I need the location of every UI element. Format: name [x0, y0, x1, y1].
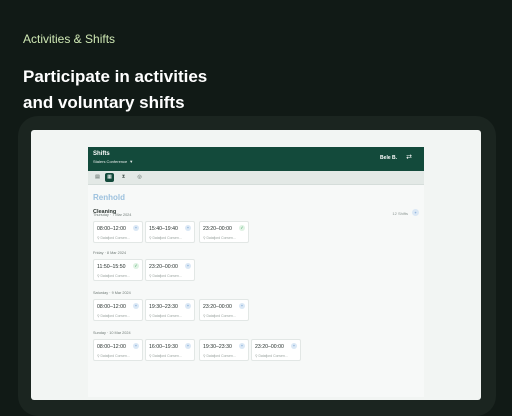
day-label: Sunday · 10 Mar 2024	[93, 331, 131, 335]
shift-time: 16:00–19:30	[149, 344, 178, 350]
shift-card[interactable]: 16:00–19:30 + ⚲ Datafjord Conven...	[145, 339, 195, 361]
shift-time: 23:20–00:00	[149, 264, 178, 270]
section-title: Renhold	[93, 193, 125, 202]
location-name: Datafjord Conven...	[206, 354, 236, 358]
shift-location: ⚲ Datafjord Conven...	[149, 354, 182, 358]
add-icon[interactable]: +	[239, 303, 245, 309]
shift-card[interactable]: 19:30–23:30 + ⚲ Datafjord Conven...	[145, 299, 195, 321]
location-name: Datafjord Conven...	[206, 314, 236, 318]
shift-location: ⚲ Datafjord Conven...	[203, 236, 236, 240]
shifts-app: Shifts Stalers Conference ▼ Bele B. ⇄ ▤ ▦…	[88, 147, 424, 397]
location-name: Datafjord Conven...	[152, 314, 182, 318]
chevron-down-icon: ▼	[129, 159, 134, 164]
shift-location: ⚲ Datafjord Conven...	[97, 274, 130, 278]
location-name: Datafjord Conven...	[152, 274, 182, 278]
add-icon[interactable]: +	[185, 343, 191, 349]
tablet-screen: Shifts Stalers Conference ▼ Bele B. ⇄ ▤ ▦…	[31, 130, 481, 400]
shift-time: 11:50–15:50	[97, 264, 126, 270]
shift-count: 12 Shifts	[392, 211, 408, 216]
shift-card[interactable]: 15:40–19:40 + ⚲ Datafjord Conven...	[145, 221, 195, 243]
add-icon[interactable]: +	[185, 225, 191, 231]
promo-headline: Participate in activities and voluntary …	[23, 64, 323, 116]
shift-time: 08:00–12:00	[97, 304, 126, 310]
location-name: Datafjord Conven...	[100, 274, 130, 278]
shift-location: ⚲ Datafjord Conven...	[149, 314, 182, 318]
promo-eyebrow: Activities & Shifts	[23, 32, 116, 46]
location-name: Datafjord Conven...	[206, 236, 236, 240]
shift-time: 23:20–00:00	[203, 226, 232, 232]
settings-icon[interactable]: ◎	[135, 173, 144, 182]
check-icon[interactable]: ✓	[133, 263, 139, 269]
shift-time: 08:00–12:00	[97, 344, 126, 350]
shift-card[interactable]: 23:20–00:00 + ⚲ Datafjord Conven...	[145, 259, 195, 281]
event-name: Stalers Conference	[93, 159, 128, 164]
add-icon[interactable]: +	[133, 303, 139, 309]
swap-icon[interactable]: ⇄	[406, 153, 412, 161]
shift-card[interactable]: 23:20–00:00 + ⚲ Datafjord Conven...	[199, 299, 249, 321]
shift-time: 23:20–00:00	[203, 304, 232, 310]
shift-time: 19:30–23:30	[149, 304, 178, 310]
shift-card[interactable]: 11:50–15:50 ✓ ⚲ Datafjord Conven...	[93, 259, 143, 281]
shift-card[interactable]: 08:00–12:00 + ⚲ Datafjord Conven...	[93, 299, 143, 321]
user-name[interactable]: Bele B.	[380, 155, 397, 161]
shift-count-icon[interactable]: +	[412, 209, 419, 216]
shift-location: ⚲ Datafjord Conven...	[203, 314, 236, 318]
day-label: Friday · 8 Mar 2024	[93, 251, 127, 255]
shift-location: ⚲ Datafjord Conven...	[255, 354, 288, 358]
add-icon[interactable]: +	[185, 263, 191, 269]
location-name: Datafjord Conven...	[258, 354, 288, 358]
shift-location: ⚲ Datafjord Conven...	[97, 236, 130, 240]
shift-card[interactable]: 23:20–00:00 + ⚲ Datafjord Conven...	[251, 339, 301, 361]
day-label: Thursday · 7 Mar 2024	[93, 213, 132, 217]
shift-time: 19:30–23:30	[203, 344, 232, 350]
list-view-icon[interactable]: ▤	[93, 173, 102, 182]
shift-card[interactable]: 08:00–12:00 + ⚲ Datafjord Conven...	[93, 339, 143, 361]
location-name: Datafjord Conven...	[100, 236, 130, 240]
add-icon[interactable]: +	[239, 343, 245, 349]
location-name: Datafjord Conven...	[152, 354, 182, 358]
location-name: Datafjord Conven...	[152, 236, 182, 240]
add-icon[interactable]: +	[133, 225, 139, 231]
shift-location: ⚲ Datafjord Conven...	[149, 274, 182, 278]
shift-location: ⚲ Datafjord Conven...	[97, 314, 130, 318]
headline-line-2: and voluntary shifts	[23, 93, 185, 112]
shift-time: 08:00–12:00	[97, 226, 126, 232]
headline-line-1: Participate in activities	[23, 67, 208, 86]
shift-location: ⚲ Datafjord Conven...	[149, 236, 182, 240]
app-header: Shifts Stalers Conference ▼ Bele B. ⇄	[88, 147, 424, 171]
shift-location: ⚲ Datafjord Conven...	[97, 354, 130, 358]
hourglass-icon[interactable]: ⧗	[119, 173, 128, 182]
shift-card[interactable]: 23:20–00:00 ✓ ⚲ Datafjord Conven...	[199, 221, 249, 243]
view-toolbar: ▤ ▦ ⧗ ◎	[88, 171, 424, 185]
shift-time: 15:40–19:40	[149, 226, 178, 232]
event-selector[interactable]: Stalers Conference ▼	[93, 159, 133, 164]
shift-card[interactable]: 08:00–12:00 + ⚲ Datafjord Conven...	[93, 221, 143, 243]
shift-card[interactable]: 19:30–23:30 + ⚲ Datafjord Conven...	[199, 339, 249, 361]
add-icon[interactable]: +	[133, 343, 139, 349]
shift-time: 23:20–00:00	[255, 344, 284, 350]
add-icon[interactable]: +	[291, 343, 297, 349]
check-icon[interactable]: ✓	[239, 225, 245, 231]
location-name: Datafjord Conven...	[100, 354, 130, 358]
shift-location: ⚲ Datafjord Conven...	[203, 354, 236, 358]
grid-view-icon[interactable]: ▦	[105, 173, 114, 182]
day-label: Saturday · 9 Mar 2024	[93, 291, 131, 295]
add-icon[interactable]: +	[185, 303, 191, 309]
app-title: Shifts	[93, 151, 110, 157]
location-name: Datafjord Conven...	[100, 314, 130, 318]
